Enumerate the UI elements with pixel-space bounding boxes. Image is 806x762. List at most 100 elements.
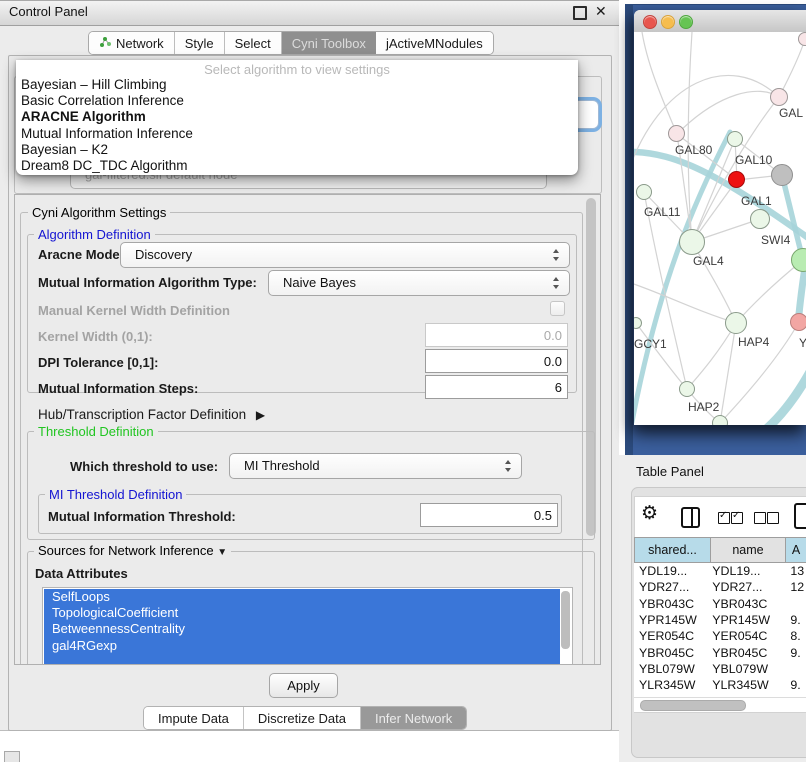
network-canvas[interactable]: GAL GAL80 GAL10 GAL1 GAL11 SWI4 GAL4 GCY… bbox=[634, 32, 806, 425]
network-node[interactable] bbox=[679, 229, 705, 255]
tab-infer-network[interactable]: Infer Network bbox=[361, 707, 466, 729]
settings-group-title: Cyni Algorithm Settings bbox=[28, 205, 170, 220]
deselect-all-checkbox-icon[interactable] bbox=[754, 512, 766, 524]
mi-steps-field[interactable] bbox=[425, 375, 568, 399]
data-attributes-list: SelfLoops TopologicalCoefficient Between… bbox=[42, 587, 573, 665]
mi-threshold-label: Mutual Information Threshold: bbox=[48, 509, 236, 524]
mi-threshold-field[interactable] bbox=[420, 503, 558, 527]
list-item[interactable]: BetweennessCentrality bbox=[44, 621, 560, 637]
list-item[interactable]: SelfLoops bbox=[44, 589, 560, 605]
select-all-checkbox-icon[interactable] bbox=[718, 512, 730, 524]
node-label: SWI4 bbox=[761, 233, 790, 247]
column-header[interactable]: A bbox=[785, 537, 806, 563]
network-node[interactable] bbox=[668, 125, 685, 142]
dropdown-item[interactable]: Mutual Information Inference bbox=[21, 126, 573, 142]
tab-select[interactable]: Select bbox=[225, 32, 282, 54]
apply-button[interactable]: Apply bbox=[269, 673, 338, 698]
deselect-all-checkbox-icon[interactable] bbox=[767, 512, 779, 524]
which-threshold-value: MI Threshold bbox=[244, 458, 320, 473]
cell: YDL19... bbox=[710, 564, 786, 578]
node-label: HAP2 bbox=[688, 400, 719, 414]
minimize-traffic-light-icon[interactable] bbox=[661, 15, 675, 29]
manual-kernel-label: Manual Kernel Width Definition bbox=[38, 303, 230, 318]
close-traffic-light-icon[interactable] bbox=[643, 15, 657, 29]
network-node[interactable] bbox=[712, 415, 728, 425]
sources-title: Sources for Network Inference bbox=[38, 543, 214, 558]
network-node[interactable] bbox=[727, 131, 743, 147]
dropdown-item[interactable]: Basic Correlation Inference bbox=[21, 93, 573, 109]
mi-type-combo[interactable]: Naive Bayes bbox=[268, 270, 570, 296]
scrollbar-thumb[interactable] bbox=[640, 700, 746, 711]
column-header[interactable]: name bbox=[710, 537, 785, 563]
table-row[interactable]: YDR27... YDR27... 12 bbox=[634, 579, 806, 595]
table-row[interactable]: YBR045C YBR045C 9. bbox=[634, 644, 806, 660]
dropdown-item[interactable]: Bayesian – K2 bbox=[21, 142, 573, 158]
table-function-icon[interactable] bbox=[794, 503, 806, 529]
network-node[interactable] bbox=[798, 32, 806, 46]
network-window-titlebar[interactable] bbox=[634, 10, 806, 33]
network-node[interactable] bbox=[725, 312, 747, 334]
aracne-mode-combo[interactable]: Discovery bbox=[120, 242, 570, 268]
close-icon[interactable]: ✕ bbox=[595, 3, 607, 20]
dropdown-item[interactable]: Dream8 DC_TDC Algorithm bbox=[21, 158, 573, 174]
network-node[interactable] bbox=[770, 88, 788, 106]
algorithm-definition-title: Algorithm Definition bbox=[34, 227, 155, 242]
node-label: HAP4 bbox=[738, 335, 769, 349]
control-panel-window: Control Panel ✕ Network Style bbox=[0, 0, 619, 731]
dropdown-item[interactable]: Bayesian – Hill Climbing bbox=[21, 77, 573, 93]
list-item[interactable]: TopologicalCoefficient bbox=[44, 605, 560, 621]
cell: YDR27... bbox=[634, 580, 710, 594]
table-header-row: shared... name A bbox=[634, 537, 806, 563]
tab-style[interactable]: Style bbox=[175, 32, 225, 54]
gear-icon[interactable]: ⚙ bbox=[641, 502, 658, 525]
dpi-tolerance-field[interactable] bbox=[425, 349, 568, 373]
chevron-updown-icon bbox=[553, 276, 560, 290]
table-row[interactable]: YER054C YER054C 8. bbox=[634, 628, 806, 644]
table-row[interactable]: YBR043C YBR043C bbox=[634, 596, 806, 612]
zoom-traffic-light-icon[interactable] bbox=[679, 15, 693, 29]
cell: YBR043C bbox=[710, 597, 786, 611]
cell: 13 bbox=[786, 564, 806, 578]
network-node[interactable] bbox=[636, 184, 652, 200]
tab-network-label: Network bbox=[116, 36, 164, 51]
select-all-checkbox-icon[interactable] bbox=[731, 512, 743, 524]
float-window-icon[interactable] bbox=[573, 6, 587, 20]
tab-discretize-data[interactable]: Discretize Data bbox=[244, 707, 361, 729]
which-threshold-combo[interactable]: MI Threshold bbox=[229, 453, 522, 479]
list-scrollbar[interactable] bbox=[561, 591, 570, 649]
sources-toggle[interactable]: Sources for Network Inference ▼ bbox=[34, 543, 231, 558]
network-node[interactable] bbox=[790, 313, 806, 331]
network-node[interactable] bbox=[750, 209, 770, 229]
chevron-updown-icon bbox=[505, 459, 512, 473]
table-horizontal-scrollbar[interactable] bbox=[634, 697, 806, 712]
network-node-selected[interactable] bbox=[728, 171, 745, 188]
dropdown-item-selected[interactable]: ARACNE Algorithm bbox=[21, 109, 573, 125]
tab-network[interactable]: Network bbox=[89, 32, 175, 54]
show-columns-icon[interactable] bbox=[681, 507, 700, 528]
hub-definition-toggle[interactable]: Hub/Transcription Factor Definition ▶ bbox=[38, 407, 265, 422]
table-body: YDL19... YDL19... 13 YDR27... YDR27... 1… bbox=[634, 563, 806, 697]
cell: YPR145W bbox=[710, 613, 786, 627]
cell: YPR145W bbox=[634, 613, 710, 627]
column-header[interactable]: shared... bbox=[634, 537, 710, 563]
tab-jactivemnodules[interactable]: jActiveMNodules bbox=[376, 32, 493, 54]
tab-style-label: Style bbox=[185, 36, 214, 51]
tab-jactivemnodules-label: jActiveMNodules bbox=[386, 36, 483, 51]
node-label: GAL10 bbox=[735, 153, 772, 167]
chevron-updown-icon bbox=[553, 248, 560, 262]
tab-impute-data[interactable]: Impute Data bbox=[144, 707, 244, 729]
aracne-mode-value: Discovery bbox=[135, 247, 192, 262]
expand-right-icon: ▶ bbox=[256, 408, 265, 422]
table-row[interactable]: YPR145W YPR145W 9. bbox=[634, 612, 806, 628]
table-row[interactable]: YBL079W YBL079W bbox=[634, 661, 806, 677]
table-row[interactable]: YDL19... YDL19... 13 bbox=[634, 563, 806, 579]
cell: 12 bbox=[786, 580, 806, 594]
control-panel-titlebar bbox=[0, 0, 619, 26]
network-node[interactable] bbox=[679, 381, 695, 397]
manual-kernel-checkbox bbox=[550, 301, 565, 316]
network-node[interactable] bbox=[771, 164, 793, 186]
list-item[interactable]: gal4RGexp bbox=[44, 638, 560, 654]
tab-impute-data-label: Impute Data bbox=[158, 711, 229, 726]
table-row[interactable]: YLR345W YLR345W 9. bbox=[634, 677, 806, 693]
tab-cyni-toolbox[interactable]: Cyni Toolbox bbox=[282, 32, 376, 54]
